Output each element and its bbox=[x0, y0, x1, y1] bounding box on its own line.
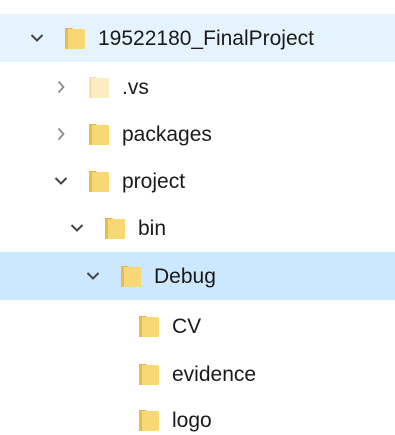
folder-hidden-icon bbox=[86, 73, 112, 101]
folder-icon bbox=[102, 214, 128, 242]
chevron-down-icon[interactable] bbox=[82, 265, 104, 287]
chevron-down-icon[interactable] bbox=[50, 170, 72, 192]
tree-item-packages[interactable]: packages bbox=[0, 110, 395, 158]
folder-icon bbox=[118, 262, 144, 290]
tree-item-evidence[interactable]: evidence bbox=[0, 350, 395, 398]
tree-item-bin[interactable]: bin bbox=[0, 204, 395, 252]
tree-item-label: bin bbox=[138, 216, 167, 240]
tree-item-label: CV bbox=[172, 314, 202, 338]
tree-item-project[interactable]: project bbox=[0, 157, 395, 205]
folder-icon bbox=[136, 312, 162, 340]
chevron-down-icon[interactable] bbox=[66, 217, 88, 239]
tree-item-label: evidence bbox=[172, 362, 257, 386]
tree-item-label: logo bbox=[172, 408, 212, 432]
tree-item-vs[interactable]: .vs bbox=[0, 63, 395, 111]
tree-item-label: Debug bbox=[154, 264, 216, 288]
folder-icon bbox=[62, 24, 88, 52]
tree-item-logo[interactable]: logo bbox=[0, 396, 395, 435]
chevron-down-icon[interactable] bbox=[26, 27, 48, 49]
folder-tree: 19522180_FinalProject .vs packages proje… bbox=[0, 0, 395, 435]
chevron-right-icon[interactable] bbox=[50, 76, 72, 98]
tree-item-label: 19522180_FinalProject bbox=[98, 26, 314, 50]
tree-item-19522180-finalproject[interactable]: 19522180_FinalProject bbox=[0, 14, 395, 62]
tree-item-cv[interactable]: CV bbox=[0, 302, 395, 350]
folder-icon bbox=[136, 360, 162, 388]
tree-item-label: .vs bbox=[122, 75, 149, 99]
tree-item-debug[interactable]: Debug bbox=[0, 252, 395, 300]
folder-icon bbox=[86, 120, 112, 148]
folder-icon bbox=[136, 406, 162, 434]
tree-item-label: packages bbox=[122, 122, 212, 146]
tree-item-label: project bbox=[122, 169, 186, 193]
chevron-right-icon[interactable] bbox=[50, 123, 72, 145]
folder-icon bbox=[86, 167, 112, 195]
